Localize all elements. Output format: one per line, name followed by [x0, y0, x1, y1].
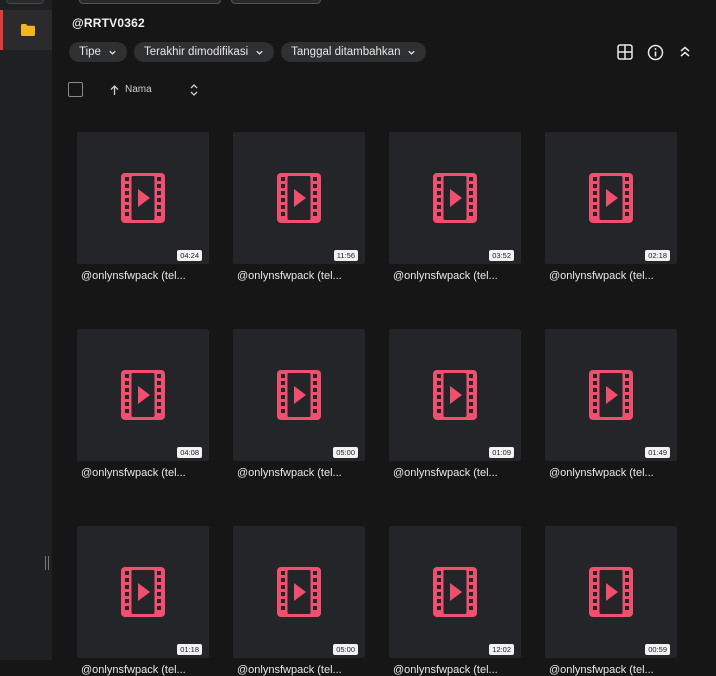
file-name[interactable]: @onlynsfwpack (tel... [545, 467, 677, 479]
file-name[interactable]: @onlynsfwpack (tel... [233, 664, 365, 676]
video-file-icon [589, 173, 633, 223]
video-file-icon [589, 567, 633, 617]
top-pill-2[interactable] [231, 0, 321, 4]
filter-date-added-label: Tanggal ditambahkan [291, 46, 401, 58]
video-file-icon [121, 567, 165, 617]
file-card[interactable]: 01:18 @onlynsfwpack (tel... [77, 526, 209, 676]
video-duration: 01:09 [489, 447, 514, 458]
file-card[interactable]: 01:49 @onlynsfwpack (tel... [545, 329, 677, 479]
sort-toggle-icon[interactable] [189, 83, 199, 97]
file-name[interactable]: @onlynsfwpack (tel... [389, 664, 521, 676]
file-card[interactable]: 02:18 @onlynsfwpack (tel... [545, 132, 677, 282]
file-name[interactable]: @onlynsfwpack (tel... [77, 270, 209, 282]
video-file-icon [433, 370, 477, 420]
video-duration: 01:49 [645, 447, 670, 458]
video-file-icon [277, 370, 321, 420]
filter-modified[interactable]: Terakhir dimodifikasi [133, 42, 275, 62]
video-duration: 04:08 [177, 447, 202, 458]
file-name[interactable]: @onlynsfwpack (tel... [545, 270, 677, 282]
file-thumbnail[interactable]: 04:08 [77, 329, 209, 461]
video-file-icon [277, 567, 321, 617]
file-thumbnail[interactable]: 01:49 [545, 329, 677, 461]
double-chevron-up-icon [680, 46, 690, 57]
video-duration: 02:18 [645, 250, 670, 261]
video-duration: 05:00 [333, 644, 358, 655]
chevron-down-icon [256, 50, 263, 55]
file-name[interactable]: @onlynsfwpack (tel... [389, 467, 521, 479]
video-file-icon [433, 567, 477, 617]
file-grid: 04:24 @onlynsfwpack (tel... 11:56 @onlyn… [77, 132, 677, 676]
file-card[interactable]: 00:59 @onlynsfwpack (tel... [545, 526, 677, 676]
top-toolbar-stub [79, 0, 321, 4]
video-duration: 12:02 [489, 644, 514, 655]
view-tools [616, 43, 694, 61]
video-file-icon [121, 370, 165, 420]
sort-bar: Nama [68, 82, 208, 100]
video-file-icon [589, 370, 633, 420]
file-thumbnail[interactable]: 02:18 [545, 132, 677, 264]
grid-view-icon [617, 44, 633, 60]
file-thumbnail[interactable]: 12:02 [389, 526, 521, 658]
file-card[interactable]: 03:52 @onlynsfwpack (tel... [389, 132, 521, 282]
grid-view-button[interactable] [616, 43, 634, 61]
file-card[interactable]: 05:00 @onlynsfwpack (tel... [233, 526, 365, 676]
file-card[interactable]: 04:08 @onlynsfwpack (tel... [77, 329, 209, 479]
video-duration: 11:56 [333, 250, 358, 261]
video-duration: 01:18 [177, 644, 202, 655]
select-all-checkbox[interactable] [68, 82, 83, 97]
filter-type[interactable]: Tipe [69, 42, 127, 62]
file-card[interactable]: 04:24 @onlynsfwpack (tel... [77, 132, 209, 282]
filter-bar: Tipe Terakhir dimodifikasi Tanggal ditam… [69, 42, 427, 62]
file-thumbnail[interactable]: 11:56 [233, 132, 365, 264]
file-thumbnail[interactable]: 03:52 [389, 132, 521, 264]
video-file-icon [277, 173, 321, 223]
video-duration: 05:00 [333, 447, 358, 458]
file-card[interactable]: 12:02 @onlynsfwpack (tel... [389, 526, 521, 676]
filter-type-label: Tipe [79, 46, 101, 58]
info-button[interactable] [646, 43, 664, 61]
file-name[interactable]: @onlynsfwpack (tel... [545, 664, 677, 676]
sidebar-item-folder[interactable] [0, 10, 52, 50]
file-thumbnail[interactable]: 04:24 [77, 132, 209, 264]
info-icon [647, 44, 663, 60]
video-duration: 00:59 [645, 644, 670, 655]
file-card[interactable]: 11:56 @onlynsfwpack (tel... [233, 132, 365, 282]
video-file-icon [121, 173, 165, 223]
chevron-down-icon [109, 50, 116, 55]
collapse-button[interactable] [676, 43, 694, 61]
file-name[interactable]: @onlynsfwpack (tel... [77, 664, 209, 676]
page-title: @RRTV0362 [72, 16, 145, 30]
arrow-up-icon[interactable] [109, 84, 120, 96]
sidebar-top-stub[interactable] [6, 0, 44, 4]
sidebar-resize-handle[interactable] [45, 556, 50, 570]
video-duration: 03:52 [489, 250, 514, 261]
file-name[interactable]: @onlynsfwpack (tel... [233, 270, 365, 282]
file-card[interactable]: 01:09 @onlynsfwpack (tel... [389, 329, 521, 479]
sidebar [0, 0, 52, 660]
file-name[interactable]: @onlynsfwpack (tel... [389, 270, 521, 282]
file-thumbnail[interactable]: 05:00 [233, 329, 365, 461]
filter-date-added[interactable]: Tanggal ditambahkan [281, 42, 427, 62]
file-card[interactable]: 05:00 @onlynsfwpack (tel... [233, 329, 365, 479]
video-duration: 04:24 [177, 250, 202, 261]
chevron-down-icon [408, 50, 416, 55]
file-thumbnail[interactable]: 00:59 [545, 526, 677, 658]
file-thumbnail[interactable]: 05:00 [233, 526, 365, 658]
folder-icon [20, 24, 35, 36]
video-file-icon [433, 173, 477, 223]
top-pill-1[interactable] [79, 0, 221, 4]
filter-modified-label: Terakhir dimodifikasi [143, 46, 249, 58]
main-content: @RRTV0362 Tipe Terakhir dimodifikasi Tan… [52, 0, 716, 676]
file-thumbnail[interactable]: 01:18 [77, 526, 209, 658]
sort-label[interactable]: Nama [125, 84, 152, 95]
file-name[interactable]: @onlynsfwpack (tel... [233, 467, 365, 479]
file-thumbnail[interactable]: 01:09 [389, 329, 521, 461]
file-name[interactable]: @onlynsfwpack (tel... [77, 467, 209, 479]
